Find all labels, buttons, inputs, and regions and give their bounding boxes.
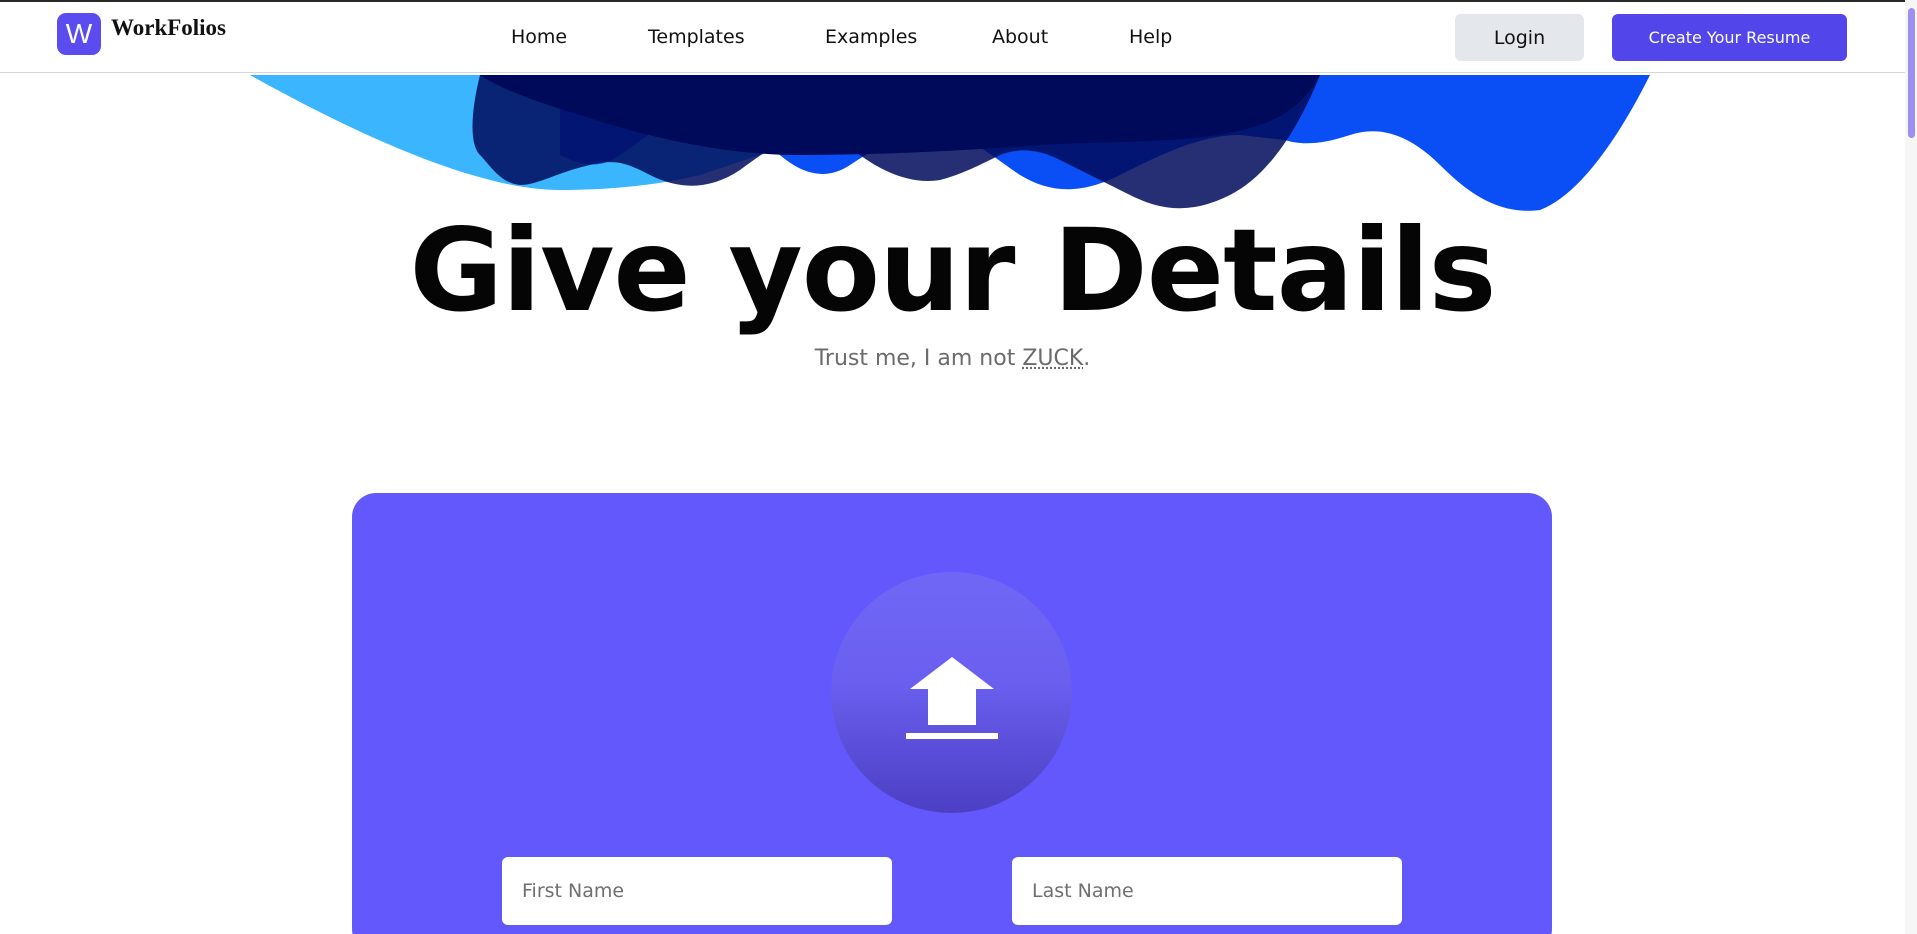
brand-name[interactable]: WorkFolios xyxy=(111,15,226,41)
subtitle-prefix: Trust me, I am not xyxy=(814,346,1023,371)
nav-link-templates[interactable]: Templates xyxy=(648,26,745,48)
details-form-panel xyxy=(352,493,1552,934)
page-scrollbar[interactable] xyxy=(1905,0,1917,934)
nav-link-help[interactable]: Help xyxy=(1129,26,1172,48)
nav-link-examples[interactable]: Examples xyxy=(825,26,917,48)
scrollbar-thumb[interactable] xyxy=(1908,8,1915,138)
first-name-input[interactable] xyxy=(502,857,892,925)
page: W WorkFolios Home Templates Examples Abo… xyxy=(0,0,1917,934)
brand[interactable]: W WorkFolios xyxy=(57,13,226,55)
page-title: Give your Details xyxy=(409,204,1496,337)
nav-link-home[interactable]: Home xyxy=(511,26,567,48)
subtitle-suffix: . xyxy=(1083,346,1091,371)
last-name-input[interactable] xyxy=(1012,857,1402,925)
login-button[interactable]: Login xyxy=(1455,14,1584,61)
subtitle-abbr-zuck: ZUCK xyxy=(1022,346,1084,371)
hero-waves-decoration xyxy=(250,75,1650,211)
nav-link-about[interactable]: About xyxy=(992,26,1048,48)
create-resume-button[interactable]: Create Your Resume xyxy=(1612,14,1847,61)
navbar: W WorkFolios Home Templates Examples Abo… xyxy=(0,2,1905,73)
upload-icon xyxy=(905,656,998,739)
upload-photo-button[interactable] xyxy=(831,572,1072,813)
page-subtitle: Trust me, I am not ZUCK. xyxy=(0,346,1905,371)
brand-logo-icon[interactable]: W xyxy=(57,13,101,55)
